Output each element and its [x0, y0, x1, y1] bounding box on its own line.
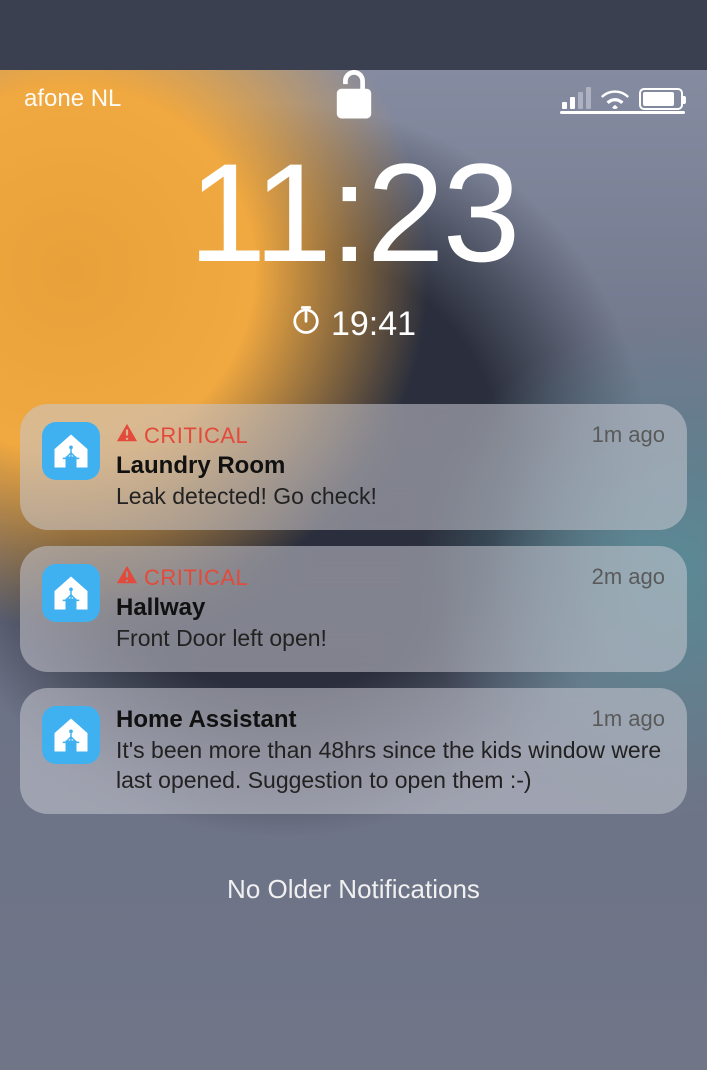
- critical-badge: CRITICAL: [116, 422, 248, 450]
- notification-body: It's been more than 48hrs since the kids…: [116, 736, 665, 796]
- lock-screen-header: 11:23 19:41: [0, 70, 707, 344]
- notification-time: 1m ago: [592, 706, 665, 732]
- notification-time: 1m ago: [592, 422, 665, 448]
- notification-body: Leak detected! Go check!: [116, 482, 665, 512]
- notification-item[interactable]: CRITICAL 2m ago Hallway Front Door left …: [20, 546, 687, 672]
- critical-label: CRITICAL: [144, 423, 248, 449]
- notification-body: Front Door left open!: [116, 624, 665, 654]
- timer-row[interactable]: 19:41: [0, 305, 707, 344]
- notification-list: CRITICAL 1m ago Laundry Room Leak detect…: [20, 404, 687, 814]
- home-assistant-app-icon: [42, 422, 100, 480]
- alert-icon: [116, 422, 138, 450]
- notification-item[interactable]: CRITICAL 1m ago Laundry Room Leak detect…: [20, 404, 687, 530]
- timer-value: 19:41: [331, 305, 416, 344]
- notification-item[interactable]: Home Assistant 1m ago It's been more tha…: [20, 688, 687, 814]
- critical-badge: CRITICAL: [116, 564, 248, 592]
- critical-label: CRITICAL: [144, 565, 248, 591]
- timer-icon: [291, 305, 321, 344]
- home-assistant-app-icon: [42, 706, 100, 764]
- notification-time: 2m ago: [592, 564, 665, 590]
- notification-title: Home Assistant: [116, 706, 297, 734]
- home-assistant-app-icon: [42, 564, 100, 622]
- clock-time: 11:23: [0, 143, 707, 283]
- notification-title: Hallway: [116, 594, 665, 622]
- no-older-notifications-label: No Older Notifications: [0, 874, 707, 905]
- unlock-icon: [0, 70, 707, 125]
- alert-icon: [116, 564, 138, 592]
- notification-title: Laundry Room: [116, 452, 665, 480]
